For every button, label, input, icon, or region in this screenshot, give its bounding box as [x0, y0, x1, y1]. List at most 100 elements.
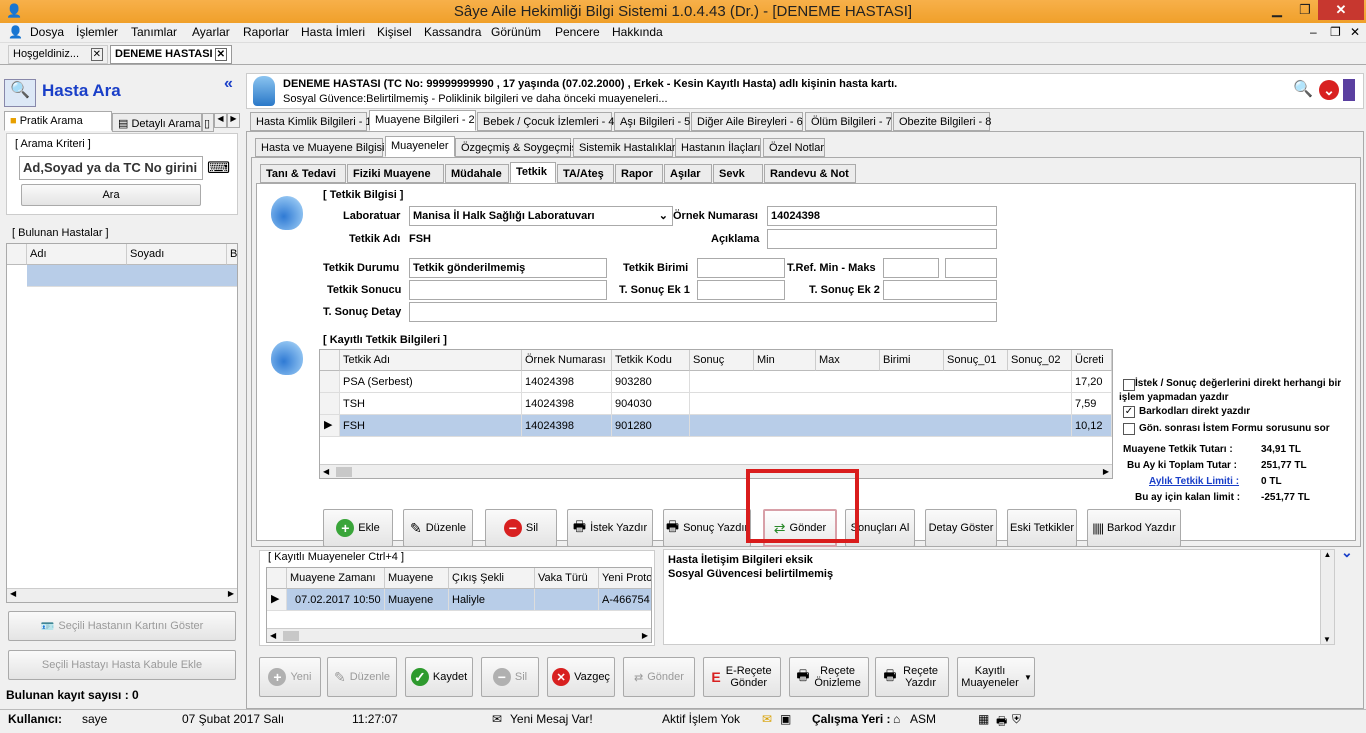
user-menu-icon[interactable]: 👤 [8, 25, 23, 39]
menu-ayarlar[interactable]: Ayarlar [192, 25, 230, 39]
detay-goster-button[interactable]: Detay Göster [925, 509, 997, 547]
kaydet-button[interactable]: ✓ Kaydet [405, 657, 473, 697]
detay-input[interactable] [409, 302, 997, 322]
tab-randevu-not[interactable]: Randevu & Not [764, 164, 856, 183]
col-sonuc01[interactable]: Sonuç_01 [944, 350, 1008, 371]
vertical-scrollbar[interactable]: ▲ ▼ [1320, 550, 1334, 644]
birim-input[interactable] [697, 258, 785, 278]
menu-islemler[interactable]: İşlemler [76, 25, 118, 39]
close-icon[interactable]: ✕ [90, 48, 103, 61]
tab-more[interactable]: ▯ [202, 113, 214, 132]
istem-formu-checkbox[interactable] [1123, 423, 1135, 435]
tab-olum[interactable]: Ölüm Bilgileri - 7 [805, 112, 892, 131]
tab-tetkik[interactable]: Tetkik [510, 162, 556, 183]
close-icon[interactable]: ✕ [1318, 0, 1364, 20]
durum-input[interactable]: Tetkik gönderilmemiş [409, 258, 607, 278]
minimize-icon[interactable]: ▁ [1264, 0, 1290, 20]
mdi-close-icon[interactable]: ✕ [1350, 25, 1360, 39]
tab-ozel-notlar[interactable]: Özel Notlar [763, 138, 825, 157]
tab-muayeneler[interactable]: Muayeneler [385, 136, 455, 157]
doc-tab-patient[interactable]: DENEME HASTASI ✕ [110, 45, 232, 64]
search-input[interactable]: Ad,Soyad ya da TC No girini [19, 156, 203, 180]
doc-tab-welcome[interactable]: Hoşgeldiniz... ✕ [8, 45, 108, 64]
col-max[interactable]: Max [816, 350, 880, 371]
col-kod[interactable]: Tetkik Kodu [612, 350, 690, 371]
sil-bottom-button[interactable]: − Sil [481, 657, 539, 697]
mdi-restore-icon[interactable]: ❐ [1330, 25, 1341, 39]
shield-icon[interactable]: ⛨ [1012, 712, 1021, 727]
col-adi[interactable]: Adı [27, 244, 127, 265]
recete-onizleme-button[interactable]: 🖶 Reçete Önizleme [789, 657, 869, 697]
duzenle-button[interactable]: ✎ Düzenle [403, 509, 473, 547]
barkod-yazdir-button[interactable]: ||||| Barkod Yazdır [1087, 509, 1181, 547]
add-admission-button[interactable]: Seçili Hastayı Hasta Kabule Ekle [8, 650, 236, 680]
ref-min-input[interactable] [883, 258, 939, 278]
col-ucret[interactable]: Ücreti [1072, 350, 1112, 371]
expand-icon[interactable]: ⌄ [1341, 544, 1353, 561]
vazgec-button[interactable]: ✕ Vazgeç [547, 657, 615, 697]
table-row[interactable] [27, 265, 237, 287]
tab-diger-aile[interactable]: Diğer Aile Bireyleri - 6 [691, 112, 803, 131]
scroll-thumb[interactable] [283, 631, 299, 641]
menu-dosya[interactable]: Dosya [30, 25, 64, 39]
sil-button[interactable]: − Sil [485, 509, 557, 547]
scroll-thumb[interactable] [336, 467, 352, 477]
col-tetkik-adi[interactable]: Tetkik Adı [340, 350, 522, 371]
tab-scroll-left[interactable]: ◀ [214, 113, 227, 128]
ek2-input[interactable] [883, 280, 997, 300]
tab-asilar[interactable]: Aşılar [664, 164, 712, 183]
horizontal-scrollbar[interactable]: ◀ ▶ [7, 588, 237, 602]
menu-gorunum[interactable]: Görünüm [491, 25, 541, 39]
horizontal-scrollbar[interactable]: ◀ ▶ [320, 464, 1112, 478]
tab-bebek-cocuk[interactable]: Bebek / Çocuk İzlemleri - 4 [477, 112, 614, 131]
printer-icon[interactable]: 🖶 [996, 712, 1007, 733]
istek-yazdir-button[interactable]: 🖶 İstek Yazdır [567, 509, 653, 547]
limit-link[interactable]: Aylık Tetkik Limiti : [1149, 476, 1239, 487]
menu-kassandra[interactable]: Kassandra [424, 25, 481, 39]
mdi-minimize-icon[interactable]: – [1310, 25, 1317, 39]
sonuc-input[interactable] [409, 280, 607, 300]
tab-hasta-muayene-bilgisi[interactable]: Hasta ve Muayene Bilgisi [255, 138, 385, 157]
duzenle-bottom-button[interactable]: ✎ Düzenle [327, 657, 397, 697]
tab-tani-tedavi[interactable]: Tanı & Tedavi [260, 164, 346, 183]
menu-hakkinda[interactable]: Hakkında [612, 25, 663, 39]
keyboard-icon[interactable]: ⌨ [207, 158, 230, 178]
col-cikis[interactable]: Çıkış Şekli [449, 568, 535, 589]
menu-tanimlar[interactable]: Tanımlar [131, 25, 177, 39]
col-b[interactable]: B [227, 244, 237, 265]
tab-rapor[interactable]: Rapor [615, 164, 663, 183]
aciklama-input[interactable] [767, 229, 997, 249]
tab-muayene-bilgileri[interactable]: Muayene Bilgileri - 2 [369, 110, 476, 131]
menu-raporlar[interactable]: Raporlar [243, 25, 289, 39]
ref-max-input[interactable] [945, 258, 997, 278]
barkod-direkt-checkbox[interactable]: ✓ [1123, 406, 1135, 418]
horizontal-scrollbar[interactable]: ◀ ▶ [267, 628, 651, 642]
tab-ozgecmis[interactable]: Özgeçmiş & Soygeçmiş [455, 138, 577, 157]
found-patients-grid[interactable]: Adı Soyadı B ◀ ▶ [6, 243, 238, 603]
ornek-input[interactable]: 14024398 [767, 206, 997, 226]
tab-sistemik[interactable]: Sistemik Hastalıklar [573, 138, 676, 157]
tab-detayli-arama[interactable]: ▤ Detaylı Arama [112, 113, 202, 132]
ek1-input[interactable] [697, 280, 785, 300]
ekle-button[interactable]: + Ekle [323, 509, 393, 547]
menu-kisisel[interactable]: Kişisel [377, 25, 412, 39]
restore-icon[interactable]: ❐ [1292, 0, 1318, 20]
tab-ilaclar[interactable]: Hastanın İlaçları [675, 138, 761, 157]
tab-obezite[interactable]: Obezite Bilgileri - 8 [893, 112, 991, 131]
tab-scroll-right[interactable]: ▶ [227, 113, 240, 128]
gonder-bottom-button[interactable]: ⇄ Gönder [623, 657, 695, 697]
chevron-down-icon[interactable]: ⌄ [1319, 80, 1339, 100]
sonuc-yazdir-button[interactable]: 🖶 Sonuç Yazdır [663, 509, 751, 547]
tab-pratik-arama[interactable]: ■ Pratik Arama [4, 111, 112, 131]
kayitli-muayeneler-button[interactable]: Kayıtlı Muayeneler ▼ [957, 657, 1035, 697]
menu-pencere[interactable]: Pencere [555, 25, 600, 39]
eski-tetkikler-button[interactable]: Eski Tetkikler [1007, 509, 1077, 547]
search-patient-icon[interactable]: 🔍 [1293, 79, 1313, 99]
mail-icon[interactable]: ✉ [762, 712, 772, 726]
message-icon[interactable]: ✉ [492, 712, 502, 726]
camera-icon[interactable]: ▣ [780, 712, 791, 726]
e-recete-button[interactable]: E E-Reçete Gönder [703, 657, 781, 697]
message-value[interactable]: Yeni Mesaj Var! [510, 712, 593, 726]
collapse-icon[interactable]: « [224, 75, 233, 93]
col-proto[interactable]: Yeni Proto [599, 568, 651, 589]
